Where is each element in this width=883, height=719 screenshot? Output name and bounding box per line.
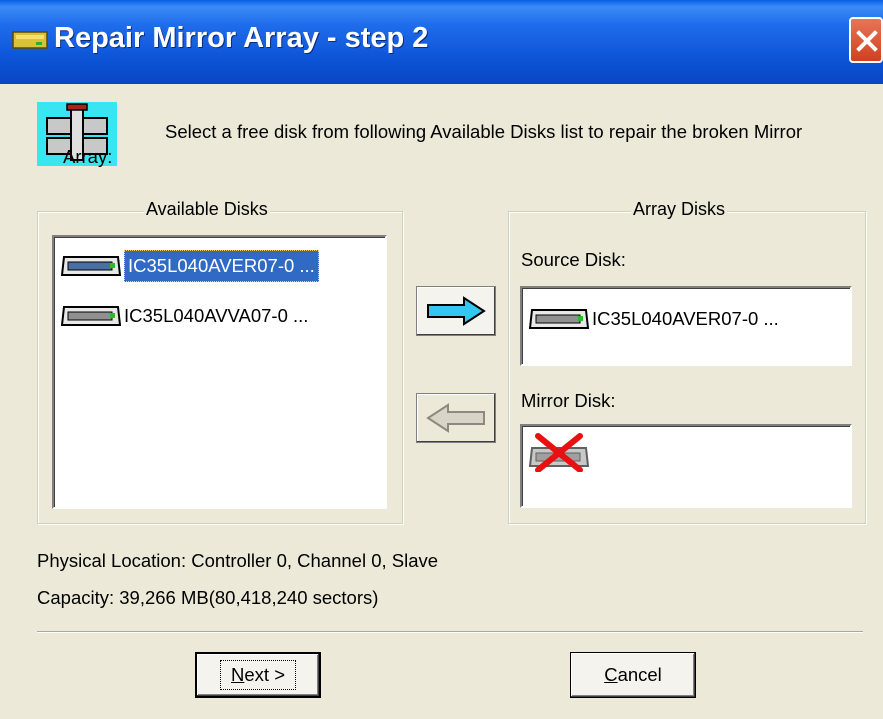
array-disks-label: Array Disks bbox=[631, 199, 728, 220]
mirror-disk-label: Mirror Disk: bbox=[521, 390, 616, 411]
disk-name: IC35L040AVVA07-0 ... bbox=[124, 304, 309, 326]
next-button[interactable]: Next > bbox=[195, 652, 321, 698]
cancel-button[interactable]: Cancel bbox=[570, 652, 696, 698]
hard-disk-icon bbox=[60, 255, 122, 276]
window-title: Repair Mirror Array - step 2 bbox=[54, 22, 429, 54]
right-arrow-icon bbox=[427, 296, 486, 326]
separator bbox=[37, 631, 863, 633]
source-disk-box[interactable]: IC35L040AVER07-0 ... bbox=[520, 286, 852, 366]
list-item[interactable]: IC35L040AVER07-0 ... bbox=[528, 301, 779, 336]
source-disk-label: Source Disk: bbox=[521, 249, 626, 270]
disk-name: IC35L040AVER07-0 ... bbox=[124, 249, 319, 282]
hard-disk-icon bbox=[60, 305, 122, 326]
source-disk-name: IC35L040AVER07-0 ... bbox=[592, 307, 779, 329]
list-item[interactable]: IC35L040AVER07-0 ... bbox=[60, 248, 319, 283]
list-item[interactable]: IC35L040AVVA07-0 ... bbox=[60, 298, 308, 333]
left-arrow-icon bbox=[426, 403, 485, 433]
available-disks-label: Available Disks bbox=[144, 199, 270, 220]
close-icon bbox=[856, 30, 878, 52]
missing-disk-icon bbox=[528, 433, 590, 472]
close-button[interactable] bbox=[849, 17, 883, 63]
next-button-label: Next > bbox=[220, 660, 296, 690]
available-disks-list[interactable]: IC35L040AVER07-0 ... IC35L040AVVA07-0 ..… bbox=[52, 235, 387, 509]
mirror-disk-box[interactable] bbox=[520, 424, 852, 508]
instructions-text: Select a free disk from following Availa… bbox=[63, 121, 803, 167]
title-bar[interactable]: Repair Mirror Array - step 2 bbox=[0, 0, 883, 84]
cancel-button-label: Cancel bbox=[604, 664, 662, 685]
physical-location-text: Physical Location: Controller 0, Channel… bbox=[37, 550, 439, 571]
capacity-text: Capacity: 39,266 MB(80,418,240 sectors) bbox=[37, 587, 379, 608]
remove-disk-button[interactable] bbox=[416, 393, 496, 443]
repair-mirror-dialog: Repair Mirror Array - step 2 Select a fr… bbox=[0, 0, 883, 719]
add-disk-button[interactable] bbox=[416, 286, 496, 336]
hard-disk-icon bbox=[528, 308, 590, 329]
drive-icon bbox=[12, 31, 48, 49]
